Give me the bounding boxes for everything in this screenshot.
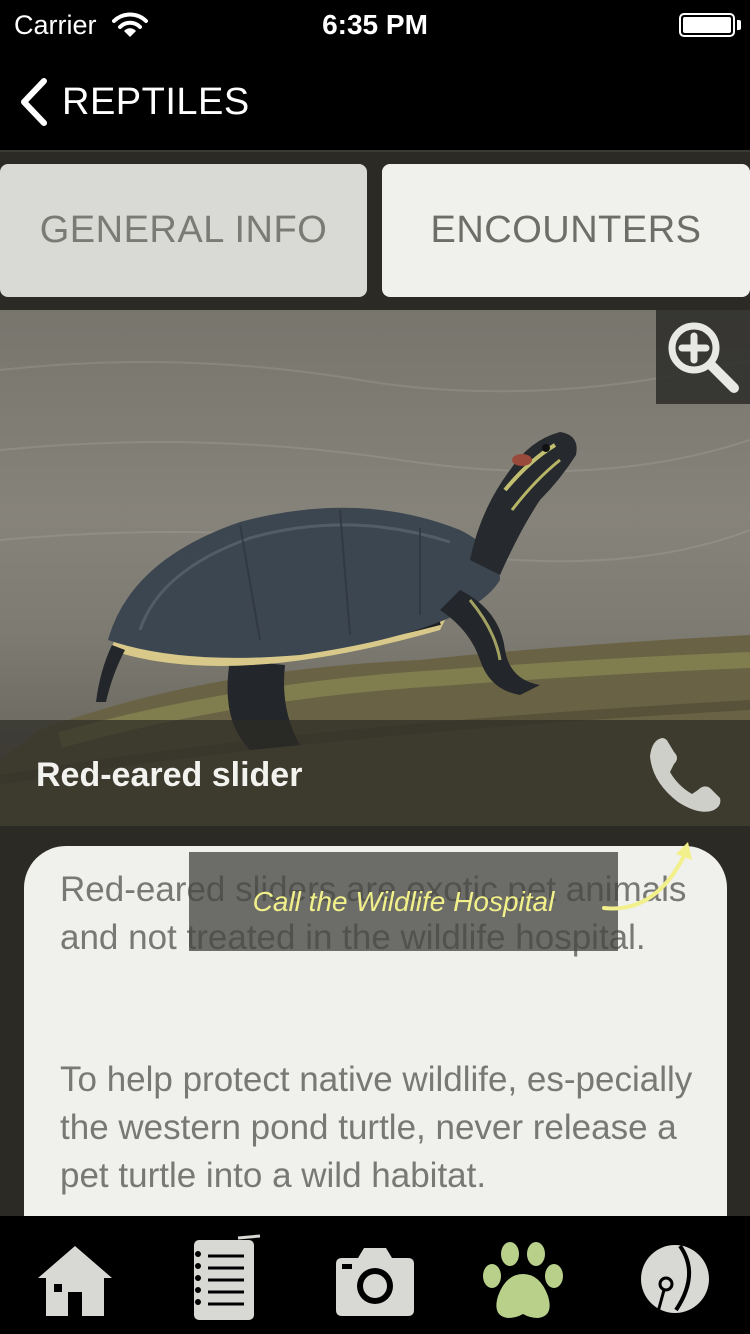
- battery-icon: [679, 13, 735, 37]
- tooltip-text: Call the Wildlife Hospital: [252, 886, 555, 917]
- battery-nub: [737, 20, 741, 30]
- info-paragraph: To help protect native wildlife, es-peci…: [60, 1060, 693, 1195]
- zoom-button[interactable]: [656, 310, 750, 404]
- species-photo: Red-eared slider: [0, 310, 750, 826]
- wildlife-logo-icon: [641, 1244, 709, 1313]
- chevron-left-icon: [21, 78, 47, 126]
- species-name: Red-eared slider: [36, 756, 303, 794]
- paw-icon: [483, 1242, 563, 1318]
- status-bar: Carrier 6:35 PM: [0, 0, 750, 52]
- tab-general-info[interactable]: GENERAL INFO: [0, 164, 367, 297]
- camera-icon: [336, 1248, 414, 1316]
- call-wildlife-hospital-button[interactable]: [640, 732, 730, 820]
- call-hint-tooltip: Call the Wildlife Hospital: [189, 852, 618, 951]
- zoom-in-icon: [668, 322, 739, 393]
- back-label: REPTILES: [62, 80, 250, 123]
- curved-arrow-icon: [602, 842, 692, 911]
- bottom-tab-bar: [0, 1216, 750, 1334]
- tab-encounters[interactable]: ENCOUNTERS: [382, 164, 750, 297]
- tabbar-camera[interactable]: [330, 1234, 420, 1324]
- home-icon: [38, 1246, 112, 1316]
- tabbar-notes[interactable]: [178, 1234, 268, 1324]
- segment-tabs: GENERAL INFO ENCOUNTERS: [0, 152, 750, 310]
- navigation-bar: REPTILES: [0, 52, 750, 152]
- notes-icon: [194, 1234, 261, 1320]
- tabbar-animals[interactable]: [478, 1234, 568, 1324]
- back-button[interactable]: REPTILES: [16, 76, 250, 128]
- tabbar-home[interactable]: [30, 1234, 120, 1324]
- phone-icon: [650, 738, 721, 812]
- clock: 6:35 PM: [322, 9, 428, 40]
- caption-bar: Red-eared slider: [0, 720, 750, 826]
- tabbar-about[interactable]: [630, 1234, 720, 1324]
